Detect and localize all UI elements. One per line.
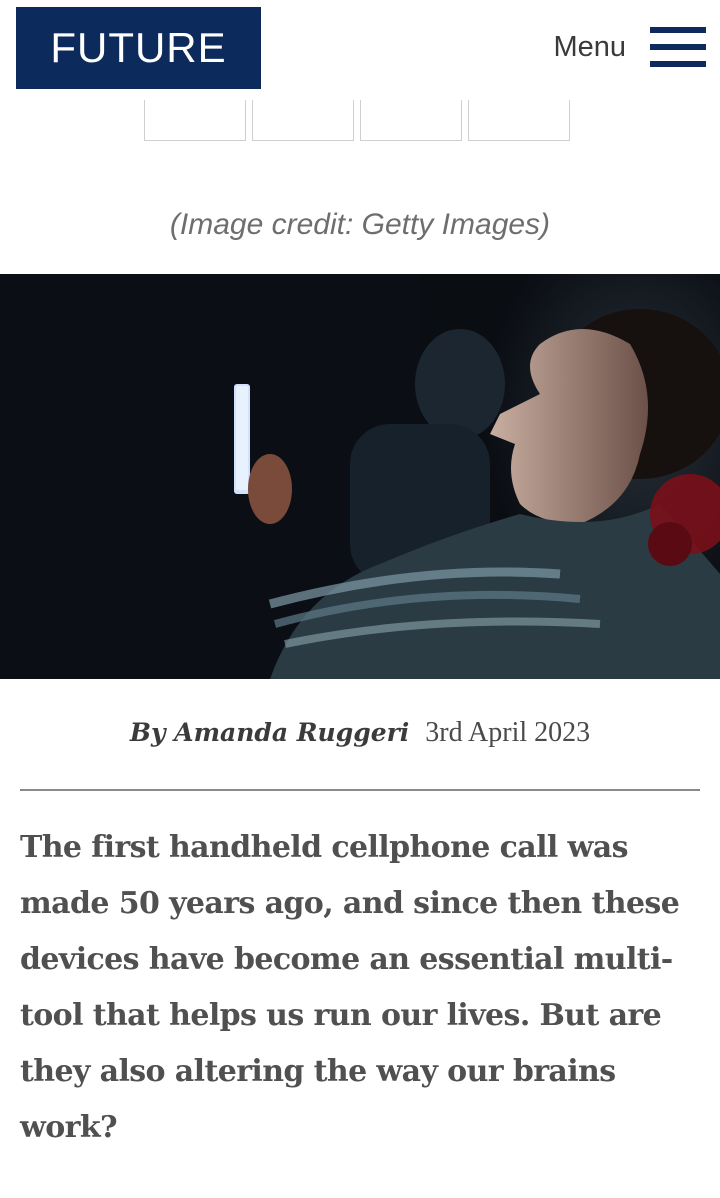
hero-image [0, 274, 720, 679]
menu-button[interactable]: Menu [553, 22, 706, 72]
hamburger-icon [650, 25, 706, 69]
share-button-1[interactable] [144, 100, 246, 141]
hero-photo [0, 274, 720, 679]
share-button-2[interactable] [252, 100, 354, 141]
share-buttons [144, 100, 574, 142]
share-button-4[interactable] [468, 100, 570, 141]
share-button-3[interactable] [360, 100, 462, 141]
menu-label: Menu [553, 30, 626, 63]
byline: By Amanda Ruggeri 3rd April 2023 [0, 716, 720, 749]
divider [20, 789, 700, 791]
author-name[interactable]: By Amanda Ruggeri [130, 718, 409, 747]
site-header: FUTURE Menu [0, 0, 720, 100]
future-logo[interactable]: FUTURE [16, 7, 261, 89]
publish-date: 3rd April 2023 [425, 717, 591, 748]
article-summary: The first handheld cellphone call was ma… [20, 830, 680, 1145]
image-credit: (Image credit: Getty Images) [169, 208, 551, 241]
